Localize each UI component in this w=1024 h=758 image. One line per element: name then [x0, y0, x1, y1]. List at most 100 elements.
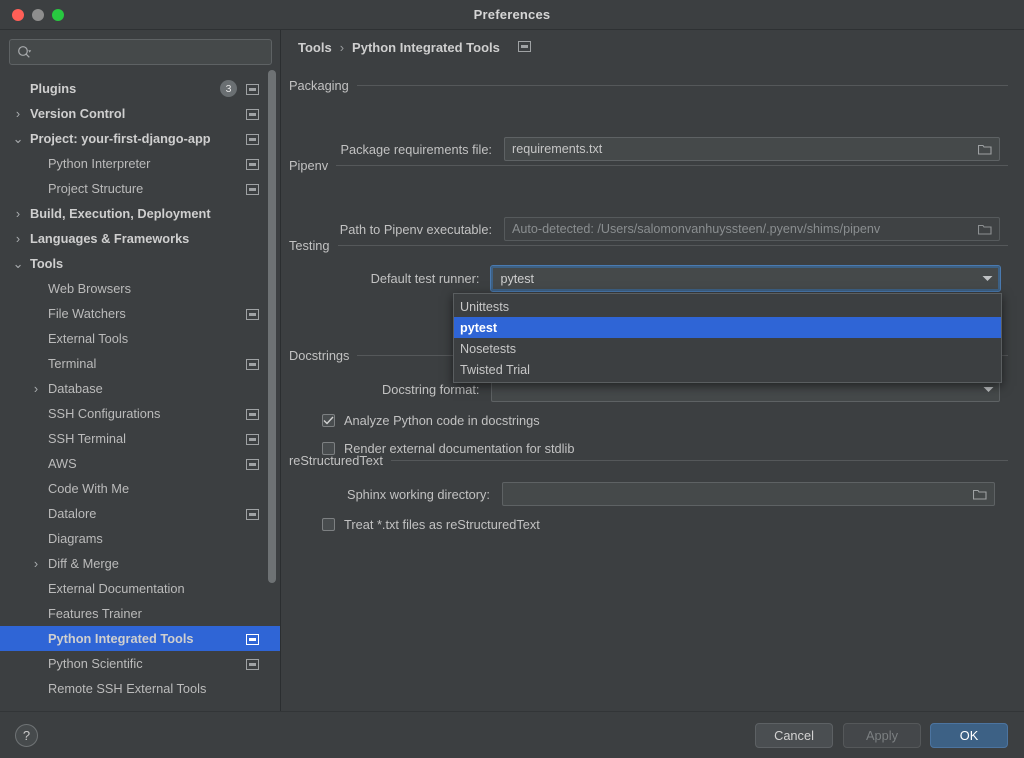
- analyze-docstrings-checkbox[interactable]: [322, 414, 335, 427]
- test-runner-combobox[interactable]: pytest: [490, 265, 1001, 292]
- sidebar-item-external-tools[interactable]: External Tools: [0, 326, 280, 351]
- sidebar-item-version-control[interactable]: › Version Control: [0, 101, 280, 126]
- sidebar-item-label: File Watchers: [48, 306, 126, 321]
- folder-browse-icon[interactable]: [974, 138, 996, 160]
- sidebar-item-database[interactable]: › Database: [0, 376, 280, 401]
- sidebar-item-remote-ssh-external-tools[interactable]: Remote SSH External Tools: [0, 676, 280, 701]
- packaging-section-header: Packaging: [289, 78, 1008, 93]
- treat-txt-row[interactable]: Treat *.txt files as reStructuredText: [322, 517, 540, 532]
- settings-sync-icon[interactable]: [246, 133, 259, 145]
- ok-button[interactable]: OK: [930, 723, 1008, 748]
- search-box[interactable]: [9, 39, 272, 65]
- settings-sync-icon[interactable]: [246, 458, 259, 470]
- dialog-footer: ? Cancel Apply OK: [0, 711, 1024, 758]
- sphinx-directory-label: Sphinx working directory:: [347, 486, 490, 502]
- pipenv-section: Pipenv: [289, 158, 1008, 173]
- sidebar-item-web-browsers[interactable]: Web Browsers: [0, 276, 280, 301]
- title-bar: Preferences: [0, 0, 1024, 30]
- sidebar-item-label: Project: your-first-django-app: [30, 131, 211, 146]
- plugins-update-badge: 3: [220, 80, 237, 97]
- sidebar-item-terminal[interactable]: Terminal: [0, 351, 280, 376]
- test-runner-dropdown[interactable]: Unittests pytest Nosetests Twisted Trial: [453, 293, 1002, 383]
- chevron-right-icon[interactable]: ›: [30, 381, 42, 396]
- testing-section: Testing: [289, 238, 1008, 253]
- sphinx-directory-field[interactable]: [502, 482, 995, 506]
- sidebar-item-label: SSH Configurations: [48, 406, 161, 421]
- window-controls: [12, 9, 64, 21]
- settings-sync-icon[interactable]: [246, 408, 259, 420]
- settings-sync-icon[interactable]: [246, 83, 259, 95]
- chevron-right-icon[interactable]: ›: [12, 231, 24, 246]
- sidebar-item-label: Database: [48, 381, 103, 396]
- chevron-down-icon[interactable]: ⌄: [12, 256, 24, 271]
- dropdown-option-nosetests[interactable]: Nosetests: [454, 338, 1001, 359]
- chevron-right-icon[interactable]: ›: [12, 106, 24, 121]
- analyze-docstrings-label: Analyze Python code in docstrings: [344, 413, 540, 428]
- sidebar-item-languages-frameworks[interactable]: › Languages & Frameworks: [0, 226, 280, 251]
- testing-section-header: Testing: [289, 238, 1008, 253]
- dropdown-option-twisted-trial[interactable]: Twisted Trial: [454, 359, 1001, 380]
- settings-sync-icon[interactable]: [246, 108, 259, 120]
- sidebar-item-external-documentation[interactable]: External Documentation: [0, 576, 280, 601]
- settings-sync-icon[interactable]: [246, 183, 259, 195]
- sidebar-item-file-watchers[interactable]: File Watchers: [0, 301, 280, 326]
- settings-sync-icon[interactable]: [246, 633, 259, 645]
- chevron-down-icon[interactable]: ⌄: [12, 131, 24, 146]
- sidebar-item-tools[interactable]: ⌄ Tools: [0, 251, 280, 276]
- sidebar-item-features-trainer[interactable]: Features Trainer: [0, 601, 280, 626]
- chevron-right-icon[interactable]: ›: [30, 556, 42, 571]
- sidebar-item-code-with-me[interactable]: Code With Me: [0, 476, 280, 501]
- settings-sync-icon[interactable]: [246, 433, 259, 445]
- breadcrumb-parent[interactable]: Tools: [298, 40, 332, 55]
- packaging-section: Packaging: [289, 78, 1008, 93]
- sidebar-item-label: Web Browsers: [48, 281, 131, 296]
- packaging-section-title: Packaging: [289, 78, 349, 93]
- treat-txt-checkbox[interactable]: [322, 518, 335, 531]
- settings-detail-panel: Tools › Python Integrated Tools Packagin…: [281, 30, 1024, 711]
- close-button[interactable]: [12, 9, 24, 21]
- chevron-down-icon[interactable]: [976, 275, 998, 282]
- sidebar-item-label: AWS: [48, 456, 77, 471]
- sidebar-item-project-your-first-django-app[interactable]: ⌄ Project: your-first-django-app: [0, 126, 280, 151]
- sidebar-item-ssh-terminal[interactable]: SSH Terminal: [0, 426, 280, 451]
- settings-sync-icon[interactable]: [246, 508, 259, 520]
- sidebar-item-ssh-configurations[interactable]: SSH Configurations: [0, 401, 280, 426]
- pipenv-section-header: Pipenv: [289, 158, 1008, 173]
- dropdown-option-unittests[interactable]: Unittests: [454, 296, 1001, 317]
- minimize-button[interactable]: [32, 9, 44, 21]
- sidebar-item-diff-merge[interactable]: › Diff & Merge: [0, 551, 280, 576]
- sidebar-item-label: External Tools: [48, 331, 129, 346]
- sidebar-item-project-structure[interactable]: Project Structure: [0, 176, 280, 201]
- docstrings-section-title: Docstrings: [289, 348, 350, 363]
- settings-sync-icon[interactable]: [246, 308, 259, 320]
- sidebar-item-label: Tools: [30, 256, 64, 271]
- sidebar-item-python-integrated-tools[interactable]: Python Integrated Tools: [0, 626, 280, 651]
- settings-sync-icon[interactable]: [246, 358, 259, 370]
- sidebar-item-plugins[interactable]: Plugins 3: [0, 76, 280, 101]
- zoom-button[interactable]: [52, 9, 64, 21]
- sidebar-item-aws[interactable]: AWS: [0, 451, 280, 476]
- settings-sync-icon[interactable]: [517, 40, 531, 55]
- folder-browse-icon[interactable]: [969, 483, 991, 505]
- chevron-right-icon[interactable]: ›: [12, 206, 24, 221]
- sidebar-item-python-interpreter[interactable]: Python Interpreter: [0, 151, 280, 176]
- sidebar-item-build-execution-deployment[interactable]: › Build, Execution, Deployment: [0, 201, 280, 226]
- sidebar-scrollbar-thumb[interactable]: [268, 70, 276, 583]
- help-button[interactable]: ?: [15, 724, 38, 747]
- settings-tree[interactable]: Plugins 3 › Version Control ⌄ Project: your-f…: [0, 76, 280, 711]
- chevron-down-icon[interactable]: [977, 386, 999, 393]
- sidebar-item-python-scientific[interactable]: Python Scientific: [0, 651, 280, 676]
- folder-browse-icon[interactable]: [974, 218, 996, 240]
- apply-button[interactable]: Apply: [843, 723, 921, 748]
- dropdown-option-pytest[interactable]: pytest: [454, 317, 1001, 338]
- cancel-button[interactable]: Cancel: [755, 723, 833, 748]
- sidebar-scrollbar[interactable]: [268, 70, 276, 583]
- search-input[interactable]: [32, 45, 271, 59]
- sidebar-item-datalore[interactable]: Datalore: [0, 501, 280, 526]
- settings-sync-icon[interactable]: [246, 658, 259, 670]
- analyze-docstrings-row[interactable]: Analyze Python code in docstrings: [322, 413, 540, 428]
- sidebar-item-diagrams[interactable]: Diagrams: [0, 526, 280, 551]
- settings-sync-icon[interactable]: [246, 158, 259, 170]
- sidebar-item-label: Remote SSH External Tools: [48, 681, 207, 696]
- restructuredtext-section-title: reStructuredText: [289, 453, 383, 468]
